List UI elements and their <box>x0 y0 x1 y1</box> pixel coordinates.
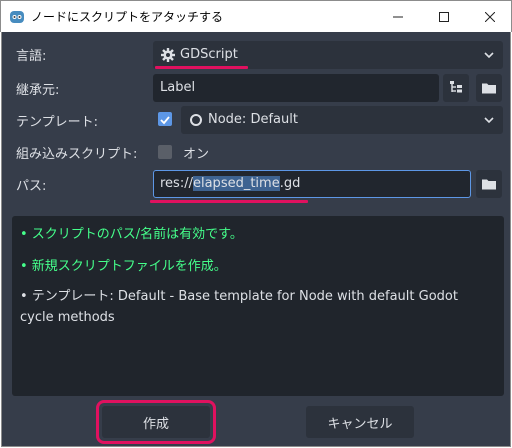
minimize-icon <box>393 7 403 26</box>
chevron-down-icon <box>483 114 495 126</box>
gear-icon <box>160 47 176 63</box>
cancel-button[interactable]: キャンセル <box>306 406 414 438</box>
create-button[interactable]: 作成 <box>102 406 210 438</box>
status-messages-panel: • スクリプトのパス/名前は有効です。 • 新規スクリプトファイルを作成。 • … <box>12 216 504 396</box>
title-bar: ノードにスクリプトをアタッチする <box>0 0 512 32</box>
close-button[interactable] <box>467 1 512 32</box>
path-selected-text: elapsed_time <box>192 176 280 191</box>
path-text: res://elapsed_time.gd <box>160 176 300 191</box>
attach-script-dialog: 言語: GDScript 継承元: Label テンプレート: Node: De… <box>1 32 511 447</box>
message-template-info: • テンプレート: Default - Base template for No… <box>20 289 458 325</box>
inherits-label: 継承元: <box>16 83 60 98</box>
maximize-icon <box>439 7 449 26</box>
language-label: 言語: <box>16 49 47 64</box>
select-class-button[interactable] <box>443 74 469 102</box>
browse-parent-button[interactable] <box>476 74 502 102</box>
template-label: テンプレート: <box>16 115 98 130</box>
inherits-field[interactable]: Label <box>153 74 439 102</box>
tree-icon <box>449 79 463 98</box>
window-title: ノードにスクリプトをアタッチする <box>31 10 224 24</box>
maximize-button[interactable] <box>421 1 467 32</box>
close-icon <box>484 7 496 26</box>
language-value: GDScript <box>180 47 238 62</box>
message-path-valid: • スクリプトのパス/名前は有効です。 <box>20 227 243 242</box>
builtin-script-checkbox[interactable] <box>158 145 172 159</box>
language-dropdown[interactable]: GDScript <box>153 41 503 69</box>
browse-path-button[interactable] <box>476 170 502 198</box>
message-new-file: • 新規スクリプトファイルを作成。 <box>20 259 227 274</box>
template-value: Node: Default <box>208 112 298 127</box>
path-highlight-underline <box>150 200 308 203</box>
path-label: パス: <box>16 179 47 194</box>
checkbox-icon <box>158 112 172 131</box>
path-input[interactable]: res://elapsed_time.gd <box>153 170 471 198</box>
path-prefix: res:// <box>160 176 193 191</box>
path-suffix: .gd <box>279 176 301 191</box>
godot-icon <box>9 9 25 25</box>
minimize-button[interactable] <box>375 1 421 32</box>
folder-icon <box>482 175 496 194</box>
inherits-value: Label <box>160 80 196 95</box>
folder-icon <box>482 79 496 98</box>
builtin-on-label: オン <box>183 147 210 162</box>
template-dropdown[interactable]: Node: Default <box>181 106 503 134</box>
builtin-script-label: 組み込みスクリプト: <box>16 147 138 162</box>
chevron-down-icon <box>483 49 495 61</box>
template-checkbox[interactable] <box>158 112 172 126</box>
circle-icon <box>190 114 202 126</box>
language-highlight-underline <box>155 66 248 69</box>
